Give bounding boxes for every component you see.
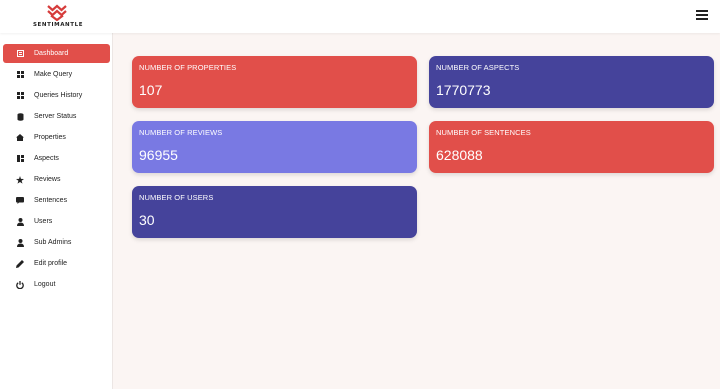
sidebar-item-sentences[interactable]: Sentences — [3, 191, 110, 210]
sidebar-item-dashboard[interactable]: Dashboard — [3, 44, 110, 63]
sidebar-item-label: Make Query — [34, 71, 73, 78]
sidebar-item-queries-history[interactable]: Queries History — [3, 86, 110, 105]
stat-card-reviews[interactable]: NUMBER OF REVIEWS 96955 — [132, 121, 417, 173]
server-icon — [16, 112, 24, 121]
sidebar-item-label: Dashboard — [34, 50, 69, 57]
stat-card-value: 96955 — [139, 147, 178, 163]
sidebar-item-label: Server Status — [34, 113, 77, 120]
sidebar-item-properties[interactable]: Properties — [3, 128, 110, 147]
sidebar-item-logout[interactable]: Logout — [3, 275, 110, 294]
stat-card-value: 107 — [139, 82, 163, 98]
hamburger-menu-button[interactable] — [696, 10, 708, 21]
brand-logo[interactable]: SENTIMANTLE — [33, 3, 84, 31]
sidebar: Dashboard Make Query Queries History Ser… — [0, 33, 113, 389]
stat-card-sentences[interactable]: NUMBER OF SENTENCES 628088 — [429, 121, 714, 173]
stat-card-value: 1770773 — [436, 82, 491, 98]
pencil-icon — [16, 259, 24, 268]
stat-card-users[interactable]: NUMBER OF USERS 30 — [132, 186, 417, 238]
stat-card-label: NUMBER OF SENTENCES — [436, 128, 531, 137]
star-icon — [16, 175, 24, 184]
sidebar-item-label: Sentences — [34, 197, 68, 204]
sidebar-item-users[interactable]: Users — [3, 212, 110, 231]
columns-icon — [16, 155, 24, 163]
sidebar-item-reviews[interactable]: Reviews — [3, 170, 110, 189]
sentimantle-logo-icon — [47, 4, 67, 21]
sidebar-item-server-status[interactable]: Server Status — [3, 107, 110, 126]
stat-card-aspects[interactable]: NUMBER OF ASPECTS 1770773 — [429, 56, 714, 108]
hamburger-icon — [696, 10, 708, 12]
sidebar-item-label: Properties — [34, 134, 66, 141]
comment-icon — [16, 197, 24, 205]
stat-card-label: NUMBER OF PROPERTIES — [139, 63, 237, 72]
user-icon — [16, 238, 24, 247]
sidebar-item-label: Sub Admins — [34, 239, 72, 246]
dashboard-icon — [16, 50, 24, 58]
grid-icon — [16, 71, 24, 79]
stat-card-value: 30 — [139, 212, 155, 228]
brand-name: SENTIMANTLE — [33, 22, 84, 28]
sidebar-item-label: Edit profile — [34, 260, 68, 267]
stat-card-label: NUMBER OF ASPECTS — [436, 63, 520, 72]
sidebar-item-make-query[interactable]: Make Query — [3, 65, 110, 84]
power-icon — [16, 280, 24, 289]
sidebar-item-aspects[interactable]: Aspects — [3, 149, 110, 168]
stat-card-properties[interactable]: NUMBER OF PROPERTIES 107 — [132, 56, 417, 108]
sidebar-item-sub-admins[interactable]: Sub Admins — [3, 233, 110, 252]
stat-card-value: 628088 — [436, 147, 483, 163]
sidebar-item-label: Aspects — [34, 155, 59, 162]
sidebar-item-edit-profile[interactable]: Edit profile — [3, 254, 110, 273]
user-icon — [16, 217, 24, 226]
top-bar: SENTIMANTLE — [0, 0, 720, 33]
stat-card-label: NUMBER OF REVIEWS — [139, 128, 223, 137]
sidebar-item-label: Reviews — [34, 176, 61, 183]
sidebar-item-label: Users — [34, 218, 53, 225]
sidebar-item-label: Queries History — [34, 92, 83, 99]
stat-card-label: NUMBER OF USERS — [139, 193, 214, 202]
home-icon — [16, 134, 24, 142]
grid-icon — [16, 92, 24, 100]
sidebar-item-label: Logout — [34, 281, 56, 288]
